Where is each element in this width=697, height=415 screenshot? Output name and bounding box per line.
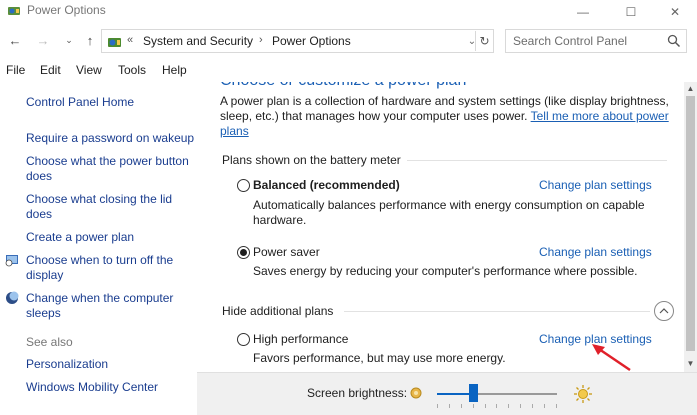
breadcrumb-separator[interactable]: › bbox=[259, 34, 263, 46]
personalization-link[interactable]: Personalization bbox=[26, 357, 201, 372]
vertical-scrollbar[interactable]: ▲ ▼ bbox=[684, 82, 697, 372]
window-title: Power Options bbox=[27, 3, 106, 17]
minimize-icon: — bbox=[577, 5, 589, 19]
power-saver-plan-name[interactable]: Power saver bbox=[253, 245, 320, 259]
brightness-slider-thumb[interactable] bbox=[468, 384, 478, 402]
battery-meter-group-heading: Plans shown on the battery meter bbox=[222, 153, 401, 167]
forward-button[interactable]: → bbox=[34, 31, 52, 49]
hide-additional-plans-heading[interactable]: Hide additional plans bbox=[222, 304, 333, 318]
main-content: Choose or customize a power plan A power… bbox=[205, 82, 685, 372]
display-timer-icon bbox=[5, 255, 18, 267]
sleep-moon-icon bbox=[6, 291, 19, 304]
power-saver-plan-radio[interactable] bbox=[237, 246, 250, 259]
balanced-plan-radio[interactable] bbox=[237, 179, 250, 192]
refresh-button[interactable]: ↻ bbox=[475, 31, 493, 51]
search-icon bbox=[667, 34, 681, 48]
menu-tools[interactable]: Tools bbox=[118, 63, 146, 77]
balanced-change-settings-link[interactable]: Change plan settings bbox=[539, 178, 652, 192]
brightness-slider-ticks bbox=[437, 404, 557, 410]
page-title: Choose or customize a power plan bbox=[220, 82, 466, 90]
group-divider bbox=[344, 311, 650, 312]
close-icon: ✕ bbox=[669, 5, 681, 19]
control-panel-icon bbox=[108, 38, 121, 47]
breadcrumb-system-and-security[interactable]: System and Security bbox=[143, 34, 253, 48]
brightness-slider-track[interactable] bbox=[437, 393, 557, 395]
refresh-icon: ↻ bbox=[479, 34, 490, 48]
recent-locations-button[interactable]: ⌄ bbox=[60, 31, 78, 49]
menu-view[interactable]: View bbox=[76, 63, 102, 77]
back-button[interactable]: ← bbox=[6, 31, 24, 49]
power-saver-change-settings-link[interactable]: Change plan settings bbox=[539, 245, 652, 259]
see-also-heading: See also bbox=[26, 335, 73, 349]
navigation-bar: ← → ⌄ ↑ « System and Security › Power Op… bbox=[0, 27, 697, 55]
turn-off-display-link[interactable]: Choose when to turn off the display bbox=[26, 253, 201, 283]
address-bar[interactable]: « System and Security › Power Options ⌄ … bbox=[101, 29, 494, 53]
up-arrow-icon: ↑ bbox=[86, 32, 94, 48]
close-button[interactable]: ✕ bbox=[652, 0, 697, 24]
screen-brightness-label: Screen brightness: bbox=[307, 386, 408, 400]
breadcrumb-overflow[interactable]: « bbox=[127, 34, 133, 46]
title-bar: Power Options — ☐ ✕ bbox=[0, 0, 697, 24]
chevron-up-icon bbox=[659, 308, 669, 314]
balanced-plan-description: Automatically balances performance with … bbox=[253, 198, 645, 227]
minimize-button[interactable]: — bbox=[560, 0, 606, 24]
left-navigation-pane: Control Panel Home Require a password on… bbox=[0, 82, 205, 415]
power-button-link[interactable]: Choose what the power button does bbox=[26, 154, 201, 184]
create-power-plan-link[interactable]: Create a power plan bbox=[26, 230, 201, 245]
menu-file[interactable]: File bbox=[6, 63, 25, 77]
scroll-thumb[interactable] bbox=[686, 96, 695, 351]
maximize-button[interactable]: ☐ bbox=[608, 0, 654, 24]
annotation-arrow-icon bbox=[592, 344, 631, 372]
up-button[interactable]: ↑ bbox=[81, 31, 99, 49]
scroll-down-button[interactable]: ▼ bbox=[684, 357, 697, 370]
maximize-icon: ☐ bbox=[625, 5, 637, 19]
forward-arrow-icon: → bbox=[36, 32, 50, 48]
dim-sun-icon bbox=[410, 387, 422, 399]
back-arrow-icon: ← bbox=[8, 32, 22, 48]
menu-edit[interactable]: Edit bbox=[40, 63, 61, 77]
menu-bar: File Edit View Tools Help bbox=[0, 60, 697, 80]
menu-help[interactable]: Help bbox=[162, 63, 187, 77]
high-performance-plan-name[interactable]: High performance bbox=[253, 332, 348, 346]
collapse-plans-button[interactable] bbox=[654, 301, 674, 321]
balanced-plan-name[interactable]: Balanced (recommended) bbox=[253, 178, 400, 192]
require-password-link[interactable]: Require a password on wakeup bbox=[26, 131, 201, 146]
mobility-center-link[interactable]: Windows Mobility Center bbox=[26, 380, 201, 395]
chevron-down-icon: ⌄ bbox=[65, 34, 73, 45]
group-divider bbox=[407, 160, 667, 161]
scroll-up-button[interactable]: ▲ bbox=[684, 82, 697, 95]
search-input[interactable] bbox=[506, 30, 664, 52]
intro-text: A power plan is a collection of hardware… bbox=[220, 94, 675, 139]
closing-lid-link[interactable]: Choose what closing the lid does bbox=[26, 192, 201, 222]
power-saver-plan-description: Saves energy by reducing your computer's… bbox=[253, 264, 638, 278]
power-options-icon bbox=[8, 7, 20, 15]
brightness-bar: Screen brightness: bbox=[197, 372, 697, 415]
control-panel-home-link[interactable]: Control Panel Home bbox=[26, 95, 201, 110]
computer-sleeps-link[interactable]: Change when the computer sleeps bbox=[26, 291, 201, 321]
bright-sun-icon bbox=[574, 385, 592, 403]
breadcrumb-power-options[interactable]: Power Options bbox=[272, 34, 351, 48]
search-box[interactable] bbox=[505, 29, 687, 53]
high-performance-plan-radio[interactable] bbox=[237, 333, 250, 346]
